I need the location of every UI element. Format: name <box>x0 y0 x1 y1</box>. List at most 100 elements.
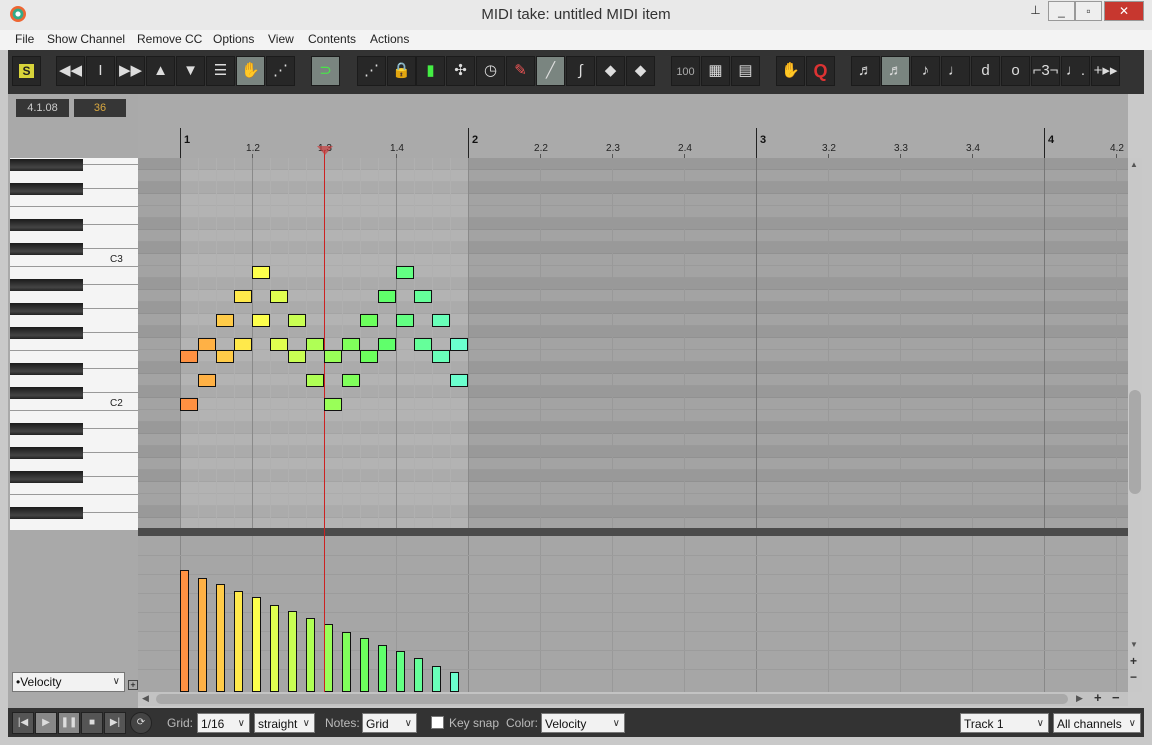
horizontal-scrollbar[interactable]: ◀ ▶ + − <box>138 690 1128 706</box>
toolbar-button-snap-magnet[interactable]: ⊃ <box>311 56 340 86</box>
close-button[interactable]: ✕ <box>1104 1 1144 21</box>
velocity-bar[interactable] <box>378 645 387 692</box>
midi-note[interactable] <box>450 374 468 387</box>
midi-note[interactable] <box>306 374 324 387</box>
velocity-bar[interactable] <box>342 631 351 692</box>
midi-note[interactable] <box>324 398 342 411</box>
toolbar-button-lock[interactable]: 🔒 <box>387 56 416 86</box>
piano-key-black[interactable] <box>10 243 83 255</box>
midi-note[interactable] <box>180 398 198 411</box>
stop-button[interactable]: ■ <box>81 712 103 734</box>
vertical-scrollbar[interactable]: ▲ ▼ + − <box>1128 158 1142 692</box>
midi-note[interactable] <box>360 350 378 363</box>
velocity-bar[interactable] <box>450 672 459 692</box>
toolbar-button-note-64th[interactable]: ♬ <box>851 56 880 86</box>
go-to-end-button[interactable]: ▶| <box>104 712 126 734</box>
toolbar-button-loop-red[interactable]: ◆ <box>626 56 655 86</box>
scroll-up-icon[interactable]: ▲ <box>1130 160 1138 169</box>
toolbar-button-list-view[interactable]: ☰ <box>206 56 235 86</box>
zoom-out-horizontal-icon[interactable]: − <box>1112 690 1120 705</box>
velocity-bar[interactable] <box>306 618 315 692</box>
menu-show-channel[interactable]: Show Channel <box>47 32 125 46</box>
toolbar-button-curve[interactable]: ∫ <box>566 56 595 86</box>
toolbar-button-note-32nd[interactable]: ♬ <box>881 56 910 86</box>
menu-options[interactable]: Options <box>213 32 254 46</box>
piano-keyboard[interactable]: C3 C2 <box>10 158 138 530</box>
piano-key-black[interactable] <box>10 183 83 195</box>
velocity-bar[interactable] <box>270 604 279 692</box>
midi-note[interactable] <box>450 338 468 351</box>
midi-note[interactable] <box>270 290 288 303</box>
velocity-bar[interactable] <box>396 651 405 692</box>
minimize-button[interactable]: _ <box>1048 1 1075 21</box>
velocity-bar[interactable] <box>360 637 369 692</box>
piano-key-black[interactable] <box>10 327 83 339</box>
add-cc-lane-button[interactable]: + <box>128 680 138 690</box>
velocity-bar[interactable] <box>324 624 333 692</box>
key-snap-checkbox[interactable] <box>431 716 444 729</box>
toolbar-button-dotted-note[interactable]: ♩. <box>1061 56 1090 86</box>
toolbar-button-velocity-bars[interactable]: ▮ <box>416 56 445 86</box>
toolbar-button-line[interactable]: ╱ <box>536 56 565 86</box>
toolbar-button-velocity-100[interactable]: 100 <box>671 56 700 86</box>
menu-view[interactable]: View <box>268 32 294 46</box>
scroll-left-icon[interactable]: ◀ <box>142 693 149 704</box>
menu-contents[interactable]: Contents <box>308 32 356 46</box>
midi-note[interactable] <box>432 350 450 363</box>
midi-note[interactable] <box>234 290 252 303</box>
midi-note[interactable] <box>414 290 432 303</box>
midi-note[interactable] <box>234 338 252 351</box>
midi-note[interactable] <box>378 338 396 351</box>
grid-select[interactable]: 1/16 ∨ <box>197 713 250 733</box>
piano-key-black[interactable] <box>10 423 83 435</box>
midi-note[interactable] <box>252 266 270 279</box>
piano-key-black[interactable] <box>10 471 83 483</box>
toolbar-button-hand[interactable]: ✋ <box>776 56 805 86</box>
toolbar-button-note-quarter[interactable]: ♩ <box>941 56 970 86</box>
midi-note[interactable] <box>432 314 450 327</box>
repeat-icon[interactable]: ⟳ <box>130 712 152 734</box>
velocity-bar[interactable] <box>288 610 297 692</box>
midi-note[interactable] <box>270 338 288 351</box>
midi-note[interactable] <box>378 290 396 303</box>
pin-icon[interactable]: ⊥ <box>1022 1 1049 21</box>
velocity-bar[interactable] <box>414 657 423 692</box>
toolbar-button-ibeam[interactable]: I <box>86 56 115 86</box>
scroll-right-icon[interactable]: ▶ <box>1076 693 1083 704</box>
midi-note[interactable] <box>288 350 306 363</box>
midi-note[interactable] <box>396 314 414 327</box>
horizontal-scroll-thumb[interactable] <box>156 694 1068 704</box>
midi-note[interactable] <box>288 314 306 327</box>
timeline-ruler[interactable]: 1 2 3 4 1.2 1.3 1.4 2.2 2.3 2.4 3.2 3.3 3.4 4.2 <box>138 94 1128 158</box>
pause-button[interactable]: ❚❚ <box>58 712 80 734</box>
toolbar-button-arrow-down[interactable]: ▼ <box>176 56 205 86</box>
toolbar-button-grid[interactable]: ▦ <box>701 56 730 86</box>
channel-select[interactable]: All channels ∨ <box>1053 713 1141 733</box>
velocity-bar[interactable] <box>432 666 441 692</box>
midi-note[interactable] <box>180 350 198 363</box>
toolbar-button-move-points[interactable]: ✣ <box>446 56 475 86</box>
notes-select[interactable]: Grid ∨ <box>362 713 417 733</box>
piano-key-black[interactable] <box>10 387 83 399</box>
piano-key-black[interactable] <box>10 507 83 519</box>
playhead-marker-icon[interactable] <box>317 146 333 155</box>
toolbar-button-note-edit[interactable]: ⋰ <box>357 56 386 86</box>
go-to-start-button[interactable]: |◀ <box>12 712 34 734</box>
toolbar-button-quantize[interactable]: Q <box>806 56 835 86</box>
swing-select[interactable]: straight ∨ <box>254 713 315 733</box>
toolbar-button-grid-dotted[interactable]: ▤ <box>731 56 760 86</box>
toolbar-button-note-whole[interactable]: o <box>1001 56 1030 86</box>
lane-divider-handle[interactable] <box>138 528 1128 536</box>
toolbar-button-clock[interactable]: ◷ <box>476 56 505 86</box>
track-select[interactable]: Track 1 ∨ <box>960 713 1049 733</box>
toolbar-button-cc-envelope[interactable]: ⋰ <box>266 56 295 86</box>
midi-note[interactable] <box>306 338 324 351</box>
zoom-out-vertical-icon[interactable]: − <box>1130 670 1137 684</box>
piano-key-black[interactable] <box>10 279 83 291</box>
play-button[interactable]: ▶ <box>35 712 57 734</box>
midi-note[interactable] <box>396 266 414 279</box>
midi-note[interactable] <box>342 374 360 387</box>
piano-roll-grid[interactable] <box>138 158 1128 528</box>
midi-note[interactable] <box>324 350 342 363</box>
cc-lane-select[interactable]: •Velocity ∨ <box>12 672 125 692</box>
